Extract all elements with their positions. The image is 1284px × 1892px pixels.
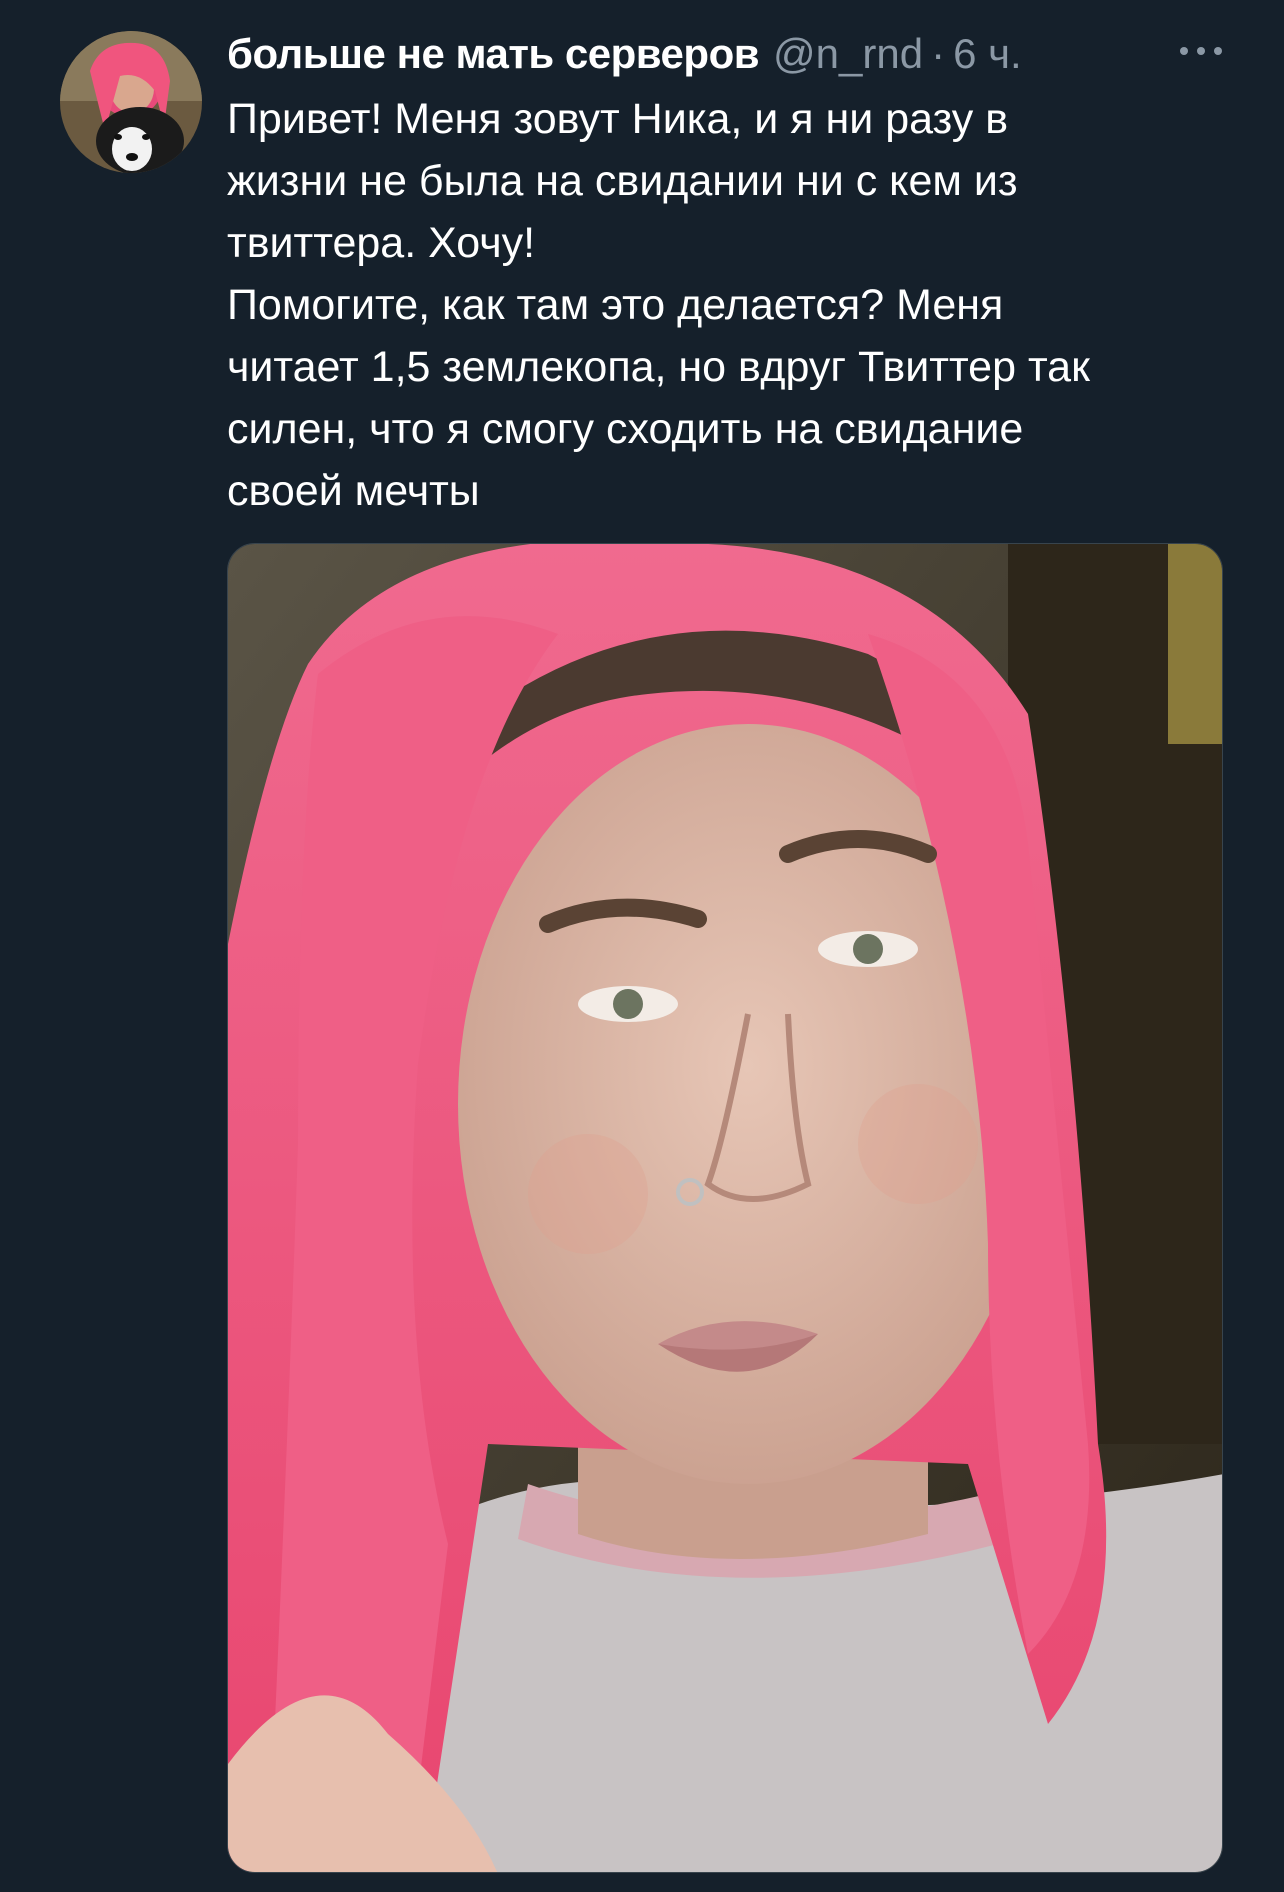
tweet-text-line: Помогите, как там это делается? Меня	[227, 281, 1004, 329]
tweet-text-line: жизни не была на свидании ни с кем из	[227, 157, 1018, 205]
tweet-photo[interactable]	[227, 543, 1223, 1873]
tweet-text-line: силен, что я смогу сходить на свидание	[227, 405, 1024, 453]
tweet-timestamp[interactable]: 6 ч.	[953, 30, 1022, 78]
tweet-header: больше не мать серверов @n_rnd · 6 ч.	[227, 24, 1022, 84]
tweet-text-line: своей мечты	[227, 467, 480, 515]
tweet-text-line: читает 1,5 землекопа, но вдруг Твиттер т…	[227, 343, 1090, 391]
author-avatar[interactable]	[60, 31, 202, 173]
selfie-photo	[228, 544, 1222, 1872]
avatar-image	[60, 31, 202, 173]
tweet-text: Привет! Меня зовут Ника, и я ни разу в ж…	[227, 88, 1247, 522]
header-separator: ·	[931, 30, 946, 77]
tweet-text-line: твиттера. Хочу!	[227, 219, 536, 267]
author-handle[interactable]: @n_rnd	[773, 30, 923, 78]
author-display-name[interactable]: больше не мать серверов	[227, 30, 760, 78]
tweet-text-line: Привет! Меня зовут Ника, и я ни разу в	[227, 95, 1009, 143]
more-horizontal-icon[interactable]	[1176, 36, 1226, 66]
tweet[interactable]: больше не мать серверов @n_rnd · 6 ч. Пр…	[0, 0, 1284, 1892]
